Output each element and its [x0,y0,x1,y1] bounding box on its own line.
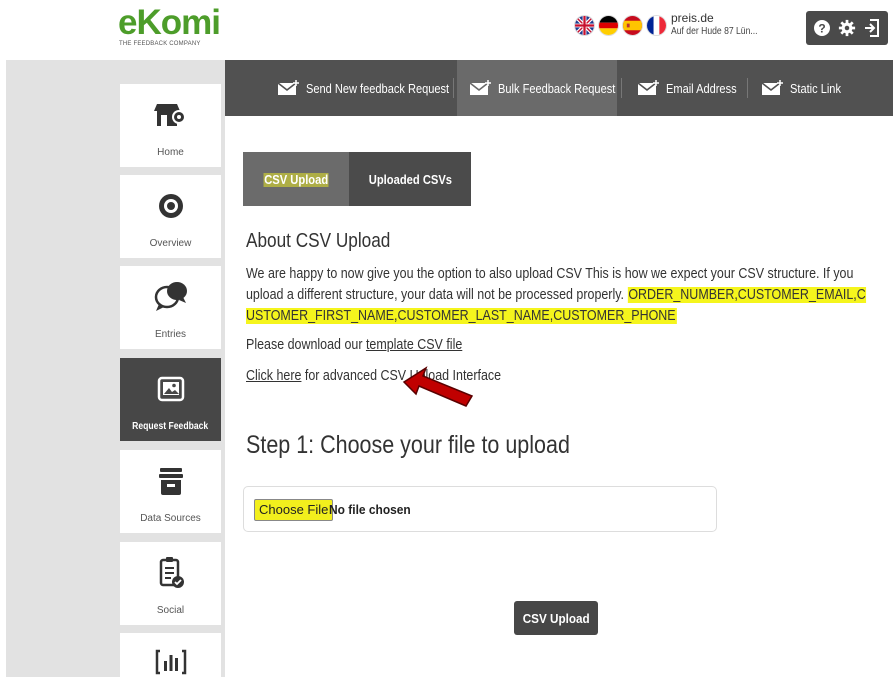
help-icon[interactable]: ? [812,18,832,38]
advanced-upload-line: Click here for advanced CSV Upload Inter… [246,368,543,384]
csv-structure-description: We are happy to now give you the option … [246,264,874,327]
sidebar-item-label: Request Feedback [132,421,209,432]
sidebar-item-label: Entries [154,329,187,340]
tab-bulk-feedback-request[interactable]: Bulk Feedback Request [457,60,617,116]
uk-flag-icon[interactable] [575,16,594,35]
sidebar-item-data-sources[interactable]: Data Sources [120,450,221,533]
red-arrow-annotation-icon [398,360,478,415]
gear-icon[interactable] [837,18,857,38]
sidebar: Home Overview Entries Request Feedback D… [6,60,225,677]
tab-divider [621,78,622,98]
sidebar-item-request-feedback[interactable]: Request Feedback [120,358,221,441]
tab-email-address[interactable]: Email Address [637,60,749,116]
language-selector [575,16,666,35]
sidebar-item-label: Social [156,605,185,616]
tab-send-new-feedback-request[interactable]: Send New feedback Request [277,60,474,116]
french-flag-icon[interactable] [647,16,666,35]
csv-upload-button[interactable]: CSV Upload [514,601,598,635]
tab-label: CSV Upload [264,171,328,187]
csv-subtabs: CSV Upload Uploaded CSVs [243,152,471,206]
chat-bubbles-icon [120,280,221,314]
file-upload-box: Choose File No file chosen [243,486,717,532]
tab-label: Email Address [666,80,737,96]
sidebar-item-reports[interactable] [120,633,221,677]
about-title: About CSV Upload [246,230,391,252]
german-flag-icon[interactable] [599,16,618,35]
envelope-plus-icon [469,80,491,96]
feedback-tabs: Send New feedback Request Bulk Feedback … [225,60,893,116]
database-bin-icon [120,464,221,498]
sidebar-item-label: Home [157,147,184,158]
tab-divider [747,78,748,98]
shop-name: preis.de [671,11,714,25]
sidebar-item-label: Overview [149,238,192,249]
download-template-line: Please download our template CSV file [246,337,498,353]
tab-label: Static Link [790,80,841,96]
chart-frame-icon [120,645,221,679]
sidebar-item-label: Data Sources [140,513,201,524]
svg-text:?: ? [819,22,826,36]
tab-label: Bulk Feedback Request [498,80,616,96]
logo-wordmark: eKomi [118,3,221,42]
spanish-flag-icon[interactable] [623,16,642,35]
tab-uploaded-csvs[interactable]: Uploaded CSVs [349,152,471,206]
advanced-upload-link[interactable]: Click here [246,368,301,384]
download-prefix: Please download our [246,337,366,353]
step-title: Step 1: Choose your file to upload [246,431,570,459]
app-header: eKomi THE FEEDBACK COMPANY preis.de Auf … [0,0,893,60]
tab-csv-upload[interactable]: CSV Upload [243,152,349,206]
sidebar-item-entries[interactable]: Entries [120,266,221,349]
logout-icon[interactable] [862,18,882,38]
tab-label: Send New feedback Request [306,80,450,96]
tab-label: Uploaded CSVs [368,171,452,187]
eye-icon [120,189,221,223]
clipboard-check-icon [120,556,221,590]
envelope-plus-icon [761,80,783,96]
image-frame-icon [120,372,221,406]
header-actions: ? [806,11,888,45]
tab-divider [453,78,454,98]
store-gear-icon [120,98,221,132]
envelope-plus-icon [277,80,299,96]
shop-address: Auf der Hude 87 Lün... [671,26,758,37]
ekomi-logo[interactable]: eKomi THE FEEDBACK COMPANY [118,3,221,47]
sidebar-item-home[interactable]: Home [120,84,221,167]
no-file-label: No file chosen [329,502,411,517]
envelope-plus-icon [637,80,659,96]
sidebar-item-overview[interactable]: Overview [120,175,221,258]
shop-selector[interactable]: preis.de Auf der Hude 87 Lün... [671,12,772,38]
tab-static-link[interactable]: Static Link [761,60,850,116]
choose-file-button[interactable]: Choose File [254,499,334,521]
sidebar-item-social[interactable]: Social [120,542,221,625]
template-csv-link[interactable]: template CSV file [366,337,462,353]
